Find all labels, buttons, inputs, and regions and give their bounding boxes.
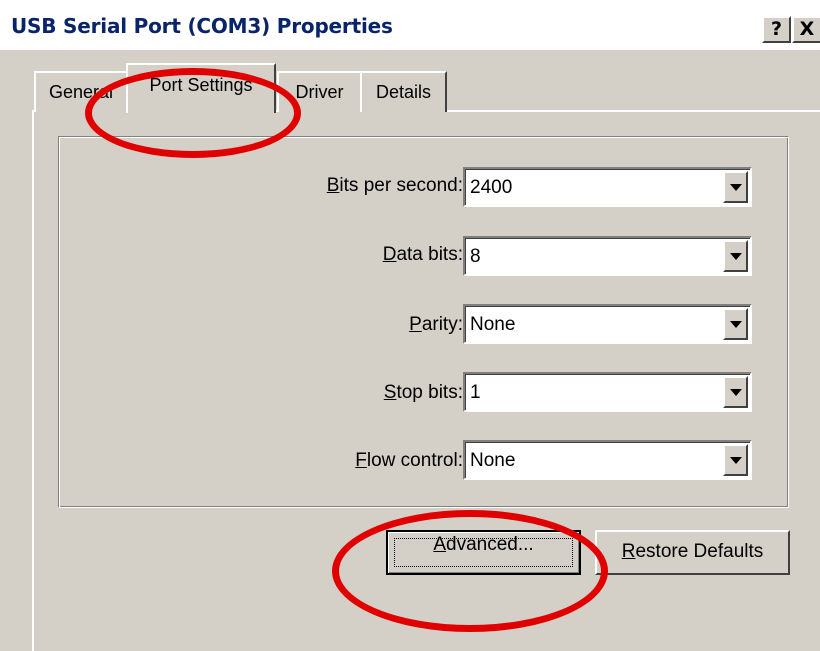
parity-select[interactable]: None [463, 304, 752, 344]
stop-bits-select[interactable]: 1 [463, 372, 752, 412]
tab-driver[interactable]: Driver [277, 71, 362, 112]
tab-general[interactable]: General [34, 71, 128, 112]
bits-per-second-select[interactable]: 2400 [463, 167, 752, 207]
focus-rectangle: Advanced... [394, 534, 573, 567]
data-bits-value: 8 [470, 246, 481, 267]
flow-control-select[interactable]: None [463, 440, 752, 480]
chevron-down-icon[interactable] [723, 240, 748, 272]
flow-control-label: Flow control: [355, 450, 463, 471]
tab-strip: General Port Settings Driver Details [0, 50, 820, 113]
help-button[interactable]: ? [762, 16, 791, 43]
chevron-down-icon[interactable] [723, 376, 748, 408]
tab-port-settings[interactable]: Port Settings [126, 63, 276, 113]
window-title: USB Serial Port (COM3) Properties [11, 14, 393, 38]
advanced-button[interactable]: Advanced... [386, 530, 581, 575]
properties-dialog: USB Serial Port (COM3) Properties ? X Ge… [0, 0, 820, 651]
bits-per-second-label: Bits per second: [326, 175, 463, 196]
data-bits-select[interactable]: 8 [463, 236, 752, 276]
bits-per-second-value: 2400 [470, 177, 513, 198]
chevron-down-icon[interactable] [723, 308, 748, 340]
flow-control-value: None [470, 450, 516, 471]
tab-details[interactable]: Details [360, 71, 447, 112]
title-bar: USB Serial Port (COM3) Properties ? X [0, 0, 820, 51]
restore-defaults-button[interactable]: Restore Defaults [595, 530, 790, 575]
stop-bits-label: Stop bits: [383, 382, 463, 403]
parity-label: Parity: [409, 314, 463, 335]
stop-bits-value: 1 [470, 382, 481, 403]
close-button[interactable]: X [792, 16, 820, 43]
chevron-down-icon[interactable] [723, 444, 748, 476]
data-bits-label: Data bits: [382, 244, 463, 265]
chevron-down-icon[interactable] [723, 171, 748, 203]
parity-value: None [470, 314, 516, 335]
